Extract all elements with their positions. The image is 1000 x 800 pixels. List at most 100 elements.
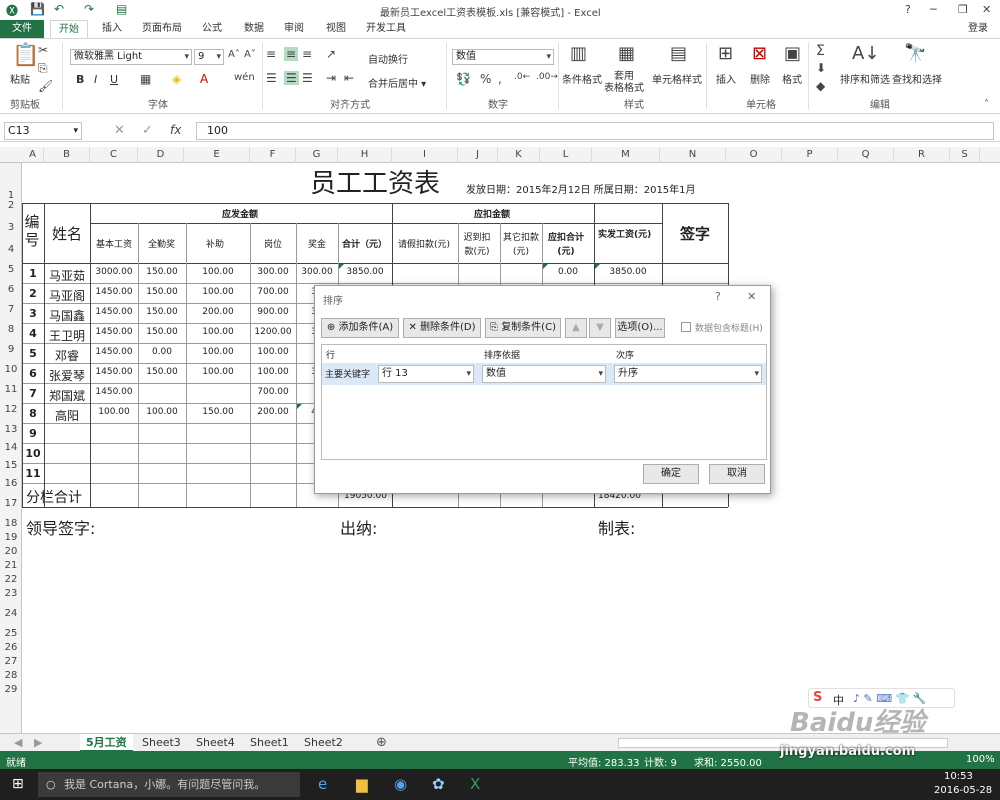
cancel-button[interactable]: 取消 bbox=[709, 464, 765, 484]
cell-base[interactable]: 1450.00 bbox=[90, 347, 138, 357]
redo-icon[interactable]: ↷ bbox=[84, 2, 94, 16]
tab-formulas[interactable]: 公式 bbox=[194, 20, 230, 38]
insert-cells-icon[interactable]: ⊞ bbox=[718, 43, 733, 64]
row-header[interactable]: 2 bbox=[0, 200, 22, 211]
number-format-select[interactable]: 数值 bbox=[452, 49, 554, 65]
row-header[interactable]: 11 bbox=[0, 384, 22, 395]
cell-base[interactable]: 3000.00 bbox=[90, 267, 138, 277]
column-header[interactable]: O bbox=[726, 147, 782, 163]
cell-subsidy[interactable]: 150.00 bbox=[186, 407, 250, 417]
collapse-ribbon-icon[interactable]: ˄ bbox=[984, 99, 989, 110]
cell-name[interactable]: 高阳 bbox=[44, 407, 90, 424]
align-bottom-icon[interactable]: ≡ bbox=[302, 47, 312, 61]
sheet-tab-1[interactable]: Sheet1 bbox=[244, 734, 295, 752]
dialog-help-button[interactable]: ? bbox=[715, 290, 721, 303]
column-header[interactable]: K bbox=[498, 147, 540, 163]
format-cells-button[interactable]: 格式 bbox=[782, 71, 802, 86]
row-header[interactable]: 4 bbox=[0, 244, 22, 255]
save-icon[interactable]: 💾 bbox=[30, 2, 45, 16]
cell-base[interactable]: 1450.00 bbox=[90, 327, 138, 337]
shrink-font-icon[interactable]: A˅ bbox=[244, 49, 256, 60]
delete-cells-icon[interactable]: ⊠ bbox=[752, 43, 767, 64]
row-header[interactable]: 13 bbox=[0, 424, 22, 435]
row-header[interactable]: 20 bbox=[0, 546, 22, 557]
cell-no[interactable]: 4 bbox=[22, 327, 44, 340]
sheet-tab-3[interactable]: Sheet3 bbox=[136, 734, 187, 752]
cell-no[interactable]: 7 bbox=[22, 387, 44, 400]
cell-base[interactable]: 1450.00 bbox=[90, 287, 138, 297]
column-header[interactable]: J bbox=[458, 147, 498, 163]
undo-icon[interactable]: ↶ bbox=[54, 2, 64, 16]
italic-button[interactable]: I bbox=[94, 73, 97, 86]
row-header[interactable]: 8 bbox=[0, 324, 22, 335]
move-up-button[interactable]: ▲ bbox=[565, 318, 587, 338]
enter-icon[interactable]: ✓ bbox=[142, 123, 153, 138]
tab-data[interactable]: 数据 bbox=[236, 20, 272, 38]
column-header[interactable]: D bbox=[138, 147, 184, 163]
cell-style-button[interactable]: 单元格样式 bbox=[652, 71, 702, 86]
column-header[interactable]: R bbox=[894, 147, 950, 163]
column-header[interactable]: H bbox=[338, 147, 392, 163]
find-select-icon[interactable]: 🔭 bbox=[904, 43, 926, 64]
sort-on-select[interactable]: 数值 bbox=[482, 365, 606, 383]
cell-no[interactable]: 10 bbox=[22, 447, 44, 460]
cell-subsidy[interactable]: 100.00 bbox=[186, 367, 250, 377]
sheet-tab-may[interactable]: 5月工资 bbox=[80, 734, 133, 752]
row-header[interactable]: 17 bbox=[0, 498, 22, 509]
cell-net[interactable]: 3850.00 bbox=[594, 267, 662, 277]
wrap-text-button[interactable]: 自动换行 bbox=[368, 51, 408, 66]
align-top-icon[interactable]: ≡ bbox=[266, 47, 276, 61]
cell-bonus[interactable]: 300.00 bbox=[296, 267, 338, 277]
column-header[interactable]: E bbox=[184, 147, 250, 163]
align-left-icon[interactable]: ☰ bbox=[266, 71, 277, 85]
conditional-format-icon[interactable]: ▥ bbox=[570, 43, 587, 64]
bold-button[interactable]: B bbox=[76, 73, 84, 86]
row-header[interactable]: 27 bbox=[0, 656, 22, 667]
cell-no[interactable]: 1 bbox=[22, 267, 44, 280]
column-header[interactable]: I bbox=[392, 147, 458, 163]
order-select[interactable]: 升序 bbox=[614, 365, 762, 383]
column-header[interactable]: A bbox=[22, 147, 44, 163]
condition-row[interactable]: 主要关键字 行 13 数值 升序 bbox=[322, 363, 766, 385]
column-header[interactable]: M bbox=[592, 147, 660, 163]
insert-function-icon[interactable]: fx bbox=[170, 123, 181, 137]
cell-attend[interactable]: 150.00 bbox=[138, 327, 186, 337]
cell-no[interactable]: 6 bbox=[22, 367, 44, 380]
paint-icon[interactable]: ✿ bbox=[432, 775, 445, 793]
table-format-button[interactable]: 套用 表格格式 bbox=[604, 71, 644, 95]
cell-post[interactable]: 900.00 bbox=[250, 307, 296, 317]
customize-toolbar-icon[interactable]: ▤ bbox=[116, 2, 127, 16]
conditional-format-button[interactable]: 条件格式 bbox=[562, 71, 602, 86]
font-name-select[interactable]: 微软雅黑 Light bbox=[70, 49, 192, 65]
row-header[interactable]: 16 bbox=[0, 478, 22, 489]
comma-icon[interactable]: , bbox=[498, 72, 502, 86]
cell-base[interactable]: 1450.00 bbox=[90, 387, 138, 397]
row-header[interactable]: 10 bbox=[0, 364, 22, 375]
table-format-icon[interactable]: ▦ bbox=[618, 43, 635, 64]
cell-no[interactable]: 3 bbox=[22, 307, 44, 320]
close-button[interactable]: ✕ bbox=[982, 3, 991, 16]
cell-dtotal[interactable]: 0.00 bbox=[542, 267, 594, 277]
add-sheet-icon[interactable]: ⊕ bbox=[370, 734, 393, 752]
align-middle-icon[interactable]: ≡ bbox=[284, 47, 299, 61]
row-header[interactable]: 24 bbox=[0, 608, 22, 619]
delete-condition-button[interactable]: ✕ 删除条件(D) bbox=[403, 318, 481, 338]
column-header[interactable]: F bbox=[250, 147, 296, 163]
orientation-icon[interactable]: ↗ bbox=[326, 47, 336, 61]
move-down-button[interactable]: ▼ bbox=[589, 318, 611, 338]
column-header[interactable]: C bbox=[90, 147, 138, 163]
cell-post[interactable]: 100.00 bbox=[250, 367, 296, 377]
cell-name[interactable]: 郑国斌 bbox=[44, 387, 90, 404]
font-size-select[interactable]: 9 bbox=[194, 49, 224, 65]
row-header[interactable]: 22 bbox=[0, 574, 22, 585]
row-header[interactable]: 15 bbox=[0, 460, 22, 471]
row-header[interactable]: 9 bbox=[0, 344, 22, 355]
format-painter-icon[interactable]: 🖌 bbox=[38, 79, 53, 93]
has-header-checkbox[interactable] bbox=[681, 322, 691, 332]
column-header[interactable]: G bbox=[296, 147, 338, 163]
column-header[interactable]: Q bbox=[838, 147, 894, 163]
cell-attend[interactable]: 100.00 bbox=[138, 407, 186, 417]
align-center-icon[interactable]: ☰ bbox=[284, 71, 299, 85]
cell-attend[interactable]: 150.00 bbox=[138, 267, 186, 277]
decrease-decimal-icon[interactable]: .00→ bbox=[536, 72, 558, 82]
